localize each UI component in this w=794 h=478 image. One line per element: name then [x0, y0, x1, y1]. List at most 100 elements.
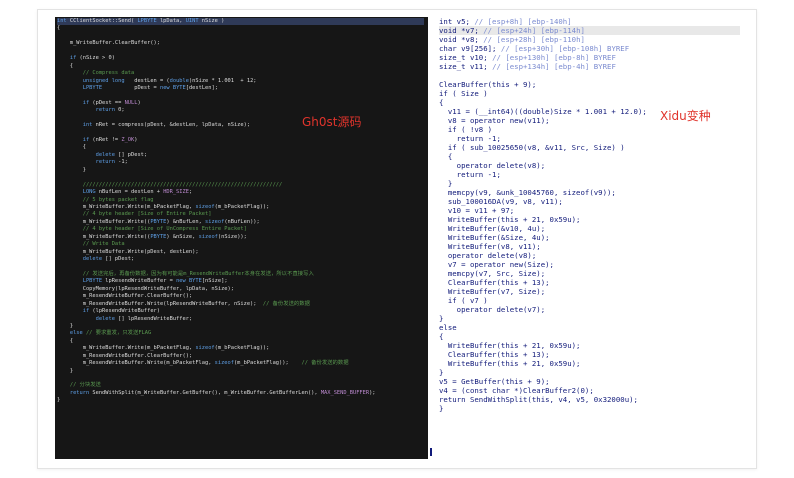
gh0st-code-line: LONG nBufLen = destLen + HDR_SIZE;: [82, 189, 193, 196]
xidu-code-line: operator delete(v7);: [439, 305, 546, 314]
gh0st-code-line: // 5 bytes packet flag: [82, 196, 154, 203]
gh0st-code-line: unsigned long destLen = (double)nSize * …: [82, 77, 257, 84]
xidu-code-line: v10 = v11 + 97;: [439, 206, 515, 215]
gh0st-code-line: return -1;: [95, 159, 128, 166]
gh0st-code-line: }: [57, 367, 74, 374]
gh0st-code-line: [57, 375, 424, 382]
xidu-code-line: char v9[256]; // [esp+30h] [ebp-108h] BY…: [439, 44, 630, 53]
xidu-code-line: [439, 71, 740, 80]
gh0st-code-line: if (lpResendWriteBuffer): [82, 308, 160, 315]
gh0st-code-line: if (nRet != Z_OK): [82, 137, 138, 143]
gh0st-code-line: m_ResendWriteBuffer.Write(m_bPacketFlag,…: [57, 360, 349, 367]
gh0st-code-line: {: [57, 144, 86, 151]
xidu-code-line: int v5; // [esp+8h] [ebp-140h]: [439, 17, 572, 26]
xidu-code-line: ClearBuffer(this + 9);: [439, 80, 537, 89]
xidu-code-line: return -1;: [439, 170, 501, 179]
xidu-code-line: }: [439, 314, 444, 323]
gh0st-code-line: m_WriteBuffer.Write((PBYTE) &nBufLen, si…: [57, 218, 260, 225]
gh0st-code-line: // Compress data: [82, 70, 135, 77]
gh0st-code-line: {: [57, 25, 61, 32]
xidu-code-line: memcpy(v9, &unk_10045760, sizeof(v9));: [439, 188, 616, 197]
xidu-code-line: {: [439, 98, 444, 107]
gh0st-code-line: // 4 byte header [Size of UnCompress Ent…: [82, 226, 247, 233]
gh0st-code-line: CopyMemory(lpResendWriteBuffer, lpData, …: [57, 285, 234, 292]
xidu-variant-panel: int v5; // [esp+8h] [ebp-140h] void *v7; …: [430, 17, 740, 459]
gh0st-code-line: // Write Data: [82, 241, 125, 248]
gh0st-code-line: delete [] lpResendWriteBuffer;: [95, 315, 193, 322]
xidu-code-line: v4 = (const char *)ClearBuffer2(0);: [439, 386, 594, 395]
gh0st-code-line: m_WriteBuffer.Write(m_bPacketFlag, sizeo…: [57, 203, 270, 210]
gh0st-code-line: if (nSize > 0): [69, 55, 115, 62]
xidu-code-line: operator delete(v8);: [439, 251, 537, 260]
gh0st-code-line: [57, 92, 424, 99]
gh0st-code-line: {: [57, 62, 74, 69]
text-cursor: [430, 448, 432, 456]
gh0st-code-line: // 发送完后，再备份数据，因为有可能是m_ResendWriteBuffer本…: [82, 270, 314, 277]
gh0st-code-line: delete [] pDest;: [95, 151, 148, 158]
gh0st-source-panel: int CClientSocket::Send( LPBYTE lpData, …: [55, 17, 428, 459]
gh0st-code-line: m_ResendWriteBuffer.ClearBuffer();: [57, 293, 193, 300]
xidu-code-line: {: [439, 332, 444, 341]
gh0st-code-line: delete [] pDest;: [82, 256, 135, 262]
gh0st-code-line: int CClientSocket::Send( LPBYTE lpData, …: [57, 18, 424, 26]
xidu-code-line: void *v7; // [esp+24h] [ebp-114h]: [439, 26, 740, 35]
xidu-code-line: sub_100016DA(v9, v8, v11);: [439, 197, 563, 206]
xidu-code-line: memcpy(v7, Src, Size);: [439, 269, 546, 278]
gh0st-code-line: {: [57, 337, 74, 344]
xidu-code-line: WriteBuffer(this + 21, 0x59u);: [439, 215, 581, 224]
gh0st-code-line: [57, 263, 424, 270]
xidu-code-line: ClearBuffer(this + 13);: [439, 350, 550, 359]
xidu-code-line: WriteBuffer(v8, v11);: [439, 242, 541, 251]
gh0st-code-line: }: [57, 166, 86, 173]
gh0st-code-line: m_WriteBuffer.Write(pDest, destLen);: [57, 248, 199, 255]
gh0st-code-line: LPBYTE pDest = new BYTE[destLen];: [82, 84, 218, 91]
xidu-code-line: size_t v11; // [esp+134h] [ebp-4h] BYREF: [439, 62, 616, 71]
xidu-code-line: size_t v10; // [esp+130h] [ebp-8h] BYREF: [439, 53, 616, 62]
gh0st-code-line: LPBYTE lpResendWriteBuffer = new BYTE[nS…: [82, 278, 228, 285]
xidu-code-line: v7 = operator new(Size);: [439, 260, 554, 269]
gh0st-code-line: ////////////////////////////////////////…: [82, 181, 283, 188]
gh0st-code-line: m_WriteBuffer.Write((PBYTE) &nSize, size…: [57, 233, 247, 240]
gh0st-code-line: [57, 48, 424, 55]
xidu-variant-code: int v5; // [esp+8h] [ebp-140h] void *v7; …: [439, 17, 740, 413]
xidu-code-line: }: [439, 404, 444, 413]
xidu-code-line: v5 = GetBuffer(this + 9);: [439, 377, 550, 386]
gh0st-code-line: return SendWithSplit(m_WriteBuffer.GetBu…: [69, 389, 376, 396]
xidu-code-line: return -1;: [439, 134, 501, 143]
gh0st-code-line: if (pDest == NULL): [82, 99, 141, 106]
gh0st-code-line: // 分块发送: [69, 382, 101, 389]
gh0st-code-line: int nRet = compress(pDest, &destLen, lpD…: [82, 122, 251, 129]
xidu-code-line: WriteBuffer(v7, Size);: [439, 287, 546, 296]
gh0st-code-line: m_ResendWriteBuffer.ClearBuffer();: [57, 352, 193, 359]
xidu-code-line: {: [439, 152, 453, 161]
gh0st-code-line: [57, 174, 424, 181]
xidu-code-line: if ( sub_10025650(v8, &v11, Src, Size) ): [439, 143, 625, 152]
gh0st-source-code: int CClientSocket::Send( LPBYTE lpData, …: [57, 18, 424, 459]
gh0st-code-line: m_ResendWriteBuffer.Write(lpResendWriteB…: [57, 300, 310, 307]
xidu-code-line: WriteBuffer(&v10, 4u);: [439, 224, 546, 233]
xidu-code-line: operator delete(v8);: [439, 161, 546, 170]
gh0st-code-line: [57, 130, 424, 137]
gh0st-source-caption: Gh0st源码: [302, 115, 362, 129]
xidu-code-line: if ( v7 ): [439, 296, 488, 305]
xidu-code-line: WriteBuffer(&Size, 4u);: [439, 233, 550, 242]
xidu-code-line: }: [439, 368, 444, 377]
xidu-code-line: return SendWithSplit(this, v4, v5, 0x320…: [439, 395, 638, 404]
gh0st-code-line: [57, 33, 424, 40]
gh0st-code-line: [57, 115, 424, 122]
xidu-code-line: }: [439, 179, 453, 188]
xidu-variant-caption: Xidu变种: [660, 109, 711, 123]
gh0st-code-line: m_WriteBuffer.ClearBuffer();: [57, 40, 160, 47]
xidu-code-line: WriteBuffer(this + 21, 0x59u);: [439, 341, 581, 350]
xidu-code-line: WriteBuffer(this + 21, 0x59u);: [439, 359, 581, 368]
gh0st-code-line: }: [57, 397, 61, 404]
xidu-code-line: ClearBuffer(this + 13);: [439, 278, 550, 287]
gh0st-code-line: return 0;: [95, 107, 125, 114]
gh0st-code-line: // 4 byte header [Size of Entire Packet]: [82, 211, 212, 218]
xidu-code-line: if ( Size ): [439, 89, 488, 98]
xidu-code-line: void *v8; // [esp+28h] [ebp-110h]: [439, 35, 585, 44]
xidu-code-line: else: [439, 323, 457, 332]
xidu-code-line: if ( !v8 ): [439, 125, 493, 134]
gh0st-code-line: else // 要求重发，只发送FLAG: [69, 330, 152, 337]
gh0st-code-line: m_WriteBuffer.Write(m_bPacketFlag, sizeo…: [57, 345, 270, 352]
